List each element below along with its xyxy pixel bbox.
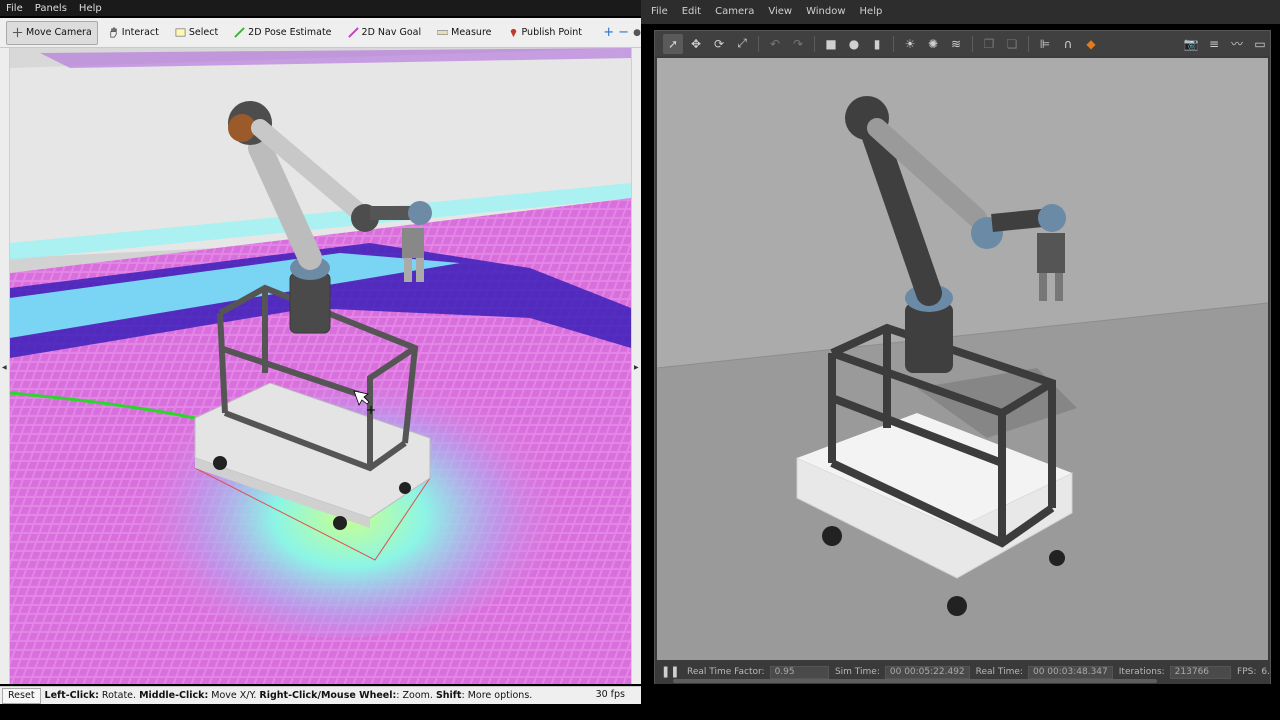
rviz-toolbar: Move Camera Interact Select 2D Pose Esti… xyxy=(0,18,641,48)
rtf-value: 0.95 xyxy=(769,665,829,679)
rviz-scene xyxy=(10,48,631,684)
iterations-value: 213766 xyxy=(1169,665,1232,679)
cylinder-shape-icon[interactable]: ▮ xyxy=(867,34,887,54)
gazebo-menu-edit[interactable]: Edit xyxy=(682,6,701,17)
mouse-help-text: Left-Click: Rotate. Middle-Click: Move X… xyxy=(45,690,533,701)
shift-key: Shift xyxy=(435,690,462,701)
move-camera-icon xyxy=(12,27,23,38)
sphere-shape-icon[interactable]: ● xyxy=(844,34,864,54)
toolbar-separator xyxy=(814,35,815,52)
snap-icon[interactable]: ∩ xyxy=(1058,34,1078,54)
copy-icon[interactable]: ❐ xyxy=(979,34,999,54)
fps-label: FPS: xyxy=(1237,667,1257,677)
hand-icon xyxy=(110,27,117,38)
tool-publish-point[interactable]: Publish Point xyxy=(502,21,588,45)
ruler-icon xyxy=(437,30,449,35)
rviz-fps-label: 30 fps xyxy=(595,689,625,700)
rviz-menu-help[interactable]: Help xyxy=(79,3,102,14)
rviz-status-bar: Reset Left-Click: Rotate. Middle-Click: … xyxy=(0,686,641,704)
real-time-value: 00 00:03:48.347 xyxy=(1027,665,1113,679)
middle-click-key: Middle-Click: xyxy=(139,690,209,701)
gazebo-main-frame: ➚ ✥ ⟳ ⤢ ↶ ↷ ■ ● ▮ ☀ ✺ ≋ ❐ ❏ ⊫ ∩ ◆ 📷 ≡ 〰 … xyxy=(654,30,1271,684)
right-click-key: Right-Click/Mouse Wheel: xyxy=(259,690,397,701)
rviz-left-dock-handle[interactable]: ◀ xyxy=(0,48,10,684)
rotate-mode-icon[interactable]: ⟳ xyxy=(709,34,729,54)
tool-2d-nav-goal[interactable]: 2D Nav Goal xyxy=(342,21,428,45)
scale-mode-icon[interactable]: ⤢ xyxy=(732,34,752,54)
paste-icon[interactable]: ❏ xyxy=(1002,34,1022,54)
tool-select[interactable]: Select xyxy=(169,21,224,45)
undo-icon[interactable]: ↶ xyxy=(765,34,785,54)
tool-publish-point-label: Publish Point xyxy=(521,27,582,38)
select-box-icon xyxy=(175,28,186,37)
tool-select-label: Select xyxy=(188,27,219,38)
green-arrow-icon xyxy=(234,27,245,38)
middle-click-desc: Move X/Y. xyxy=(208,690,260,701)
rviz-right-dock-handle[interactable]: ▶ xyxy=(631,48,641,684)
pause-icon[interactable]: ❚❚ xyxy=(661,665,679,679)
left-click-key: Left-Click: xyxy=(44,690,99,701)
rviz-menubar: File Panels Help xyxy=(0,0,641,16)
toolbar-separator xyxy=(972,35,973,52)
add-tool-icon[interactable]: + xyxy=(603,21,614,45)
toolbar-separator xyxy=(1028,35,1029,52)
directional-light-icon[interactable]: ≋ xyxy=(946,34,966,54)
sim-time-label: Sim Time: xyxy=(834,667,880,677)
tool-move-camera-label: Move Camera xyxy=(26,27,92,38)
tool-move-camera[interactable]: Move Camera xyxy=(6,20,98,45)
box-shape-icon[interactable]: ■ xyxy=(821,34,841,54)
rviz-3d-view[interactable] xyxy=(10,48,631,684)
rtf-label: Real Time Factor: xyxy=(687,667,765,677)
gazebo-menu-window[interactable]: Window xyxy=(806,6,845,17)
rviz-menu-file[interactable]: File xyxy=(6,3,23,14)
real-time-label: Real Time: xyxy=(975,667,1023,677)
gazebo-scene xyxy=(657,58,1268,660)
gazebo-menubar: File Edit Camera View Window Help xyxy=(641,0,1280,24)
right-click-desc: : Zoom. xyxy=(396,690,436,701)
tool-measure-label: Measure xyxy=(451,27,492,38)
tool-interact-label: Interact xyxy=(121,27,159,38)
gazebo-menu-file[interactable]: File xyxy=(651,6,668,17)
redo-icon[interactable]: ↷ xyxy=(788,34,808,54)
gazebo-window: File Edit Camera View Window Help ➚ ✥ ⟳ … xyxy=(641,0,1280,720)
spot-light-icon[interactable]: ✺ xyxy=(923,34,943,54)
tool-interact[interactable]: Interact xyxy=(102,21,165,45)
tool-2d-nav-goal-label: 2D Nav Goal xyxy=(361,27,422,38)
gazebo-toolbar: ➚ ✥ ⟳ ⤢ ↶ ↷ ■ ● ▮ ☀ ✺ ≋ ❐ ❏ ⊫ ∩ ◆ 📷 ≡ 〰 … xyxy=(655,31,1270,56)
toolbar-separator xyxy=(758,35,759,52)
tool-2d-pose-estimate[interactable]: 2D Pose Estimate xyxy=(228,21,337,45)
pin-icon xyxy=(510,28,516,38)
tool-2d-pose-estimate-label: 2D Pose Estimate xyxy=(248,27,332,38)
tool-measure[interactable]: Measure xyxy=(431,21,497,45)
pink-arrow-icon xyxy=(347,27,359,38)
rviz-window: File Panels Help Move Camera Interact Se… xyxy=(0,0,641,720)
rviz-bottom-margin xyxy=(0,704,641,720)
stats-scrollbar[interactable] xyxy=(673,679,1157,683)
rviz-menu-panels[interactable]: Panels xyxy=(35,3,67,14)
gazebo-3d-view[interactable] xyxy=(657,58,1268,660)
toolbar-separator xyxy=(893,35,894,52)
shift-desc: : More options. xyxy=(461,690,533,701)
gazebo-menu-camera[interactable]: Camera xyxy=(715,6,754,17)
select-mode-icon[interactable]: ➚ xyxy=(663,33,683,54)
sim-time-value: 00 00:05:22.492 xyxy=(884,665,970,679)
left-click-desc: Rotate. xyxy=(98,690,140,701)
log-icon[interactable]: ≡ xyxy=(1204,34,1224,54)
gazebo-menu-help[interactable]: Help xyxy=(860,6,883,17)
translate-mode-icon[interactable]: ✥ xyxy=(686,34,706,54)
change-view-icon[interactable]: ◆ xyxy=(1081,34,1101,54)
gazebo-bottom-margin xyxy=(641,686,1280,720)
reset-button[interactable]: Reset xyxy=(2,687,41,704)
align-icon[interactable]: ⊫ xyxy=(1035,34,1055,54)
tool-properties-icon[interactable]: ● xyxy=(633,21,641,45)
remove-tool-icon[interactable]: − xyxy=(618,21,629,45)
plot-icon[interactable]: 〰 xyxy=(1227,34,1247,54)
video-record-icon[interactable]: ▭ xyxy=(1250,34,1270,54)
gazebo-menu-view[interactable]: View xyxy=(768,6,792,17)
screenshot-icon[interactable]: 📷 xyxy=(1181,34,1201,54)
iterations-label: Iterations: xyxy=(1118,667,1165,677)
desktop: File Panels Help Move Camera Interact Se… xyxy=(0,0,1280,720)
point-light-icon[interactable]: ☀ xyxy=(900,34,920,54)
fps-value: 6. xyxy=(1261,667,1270,677)
